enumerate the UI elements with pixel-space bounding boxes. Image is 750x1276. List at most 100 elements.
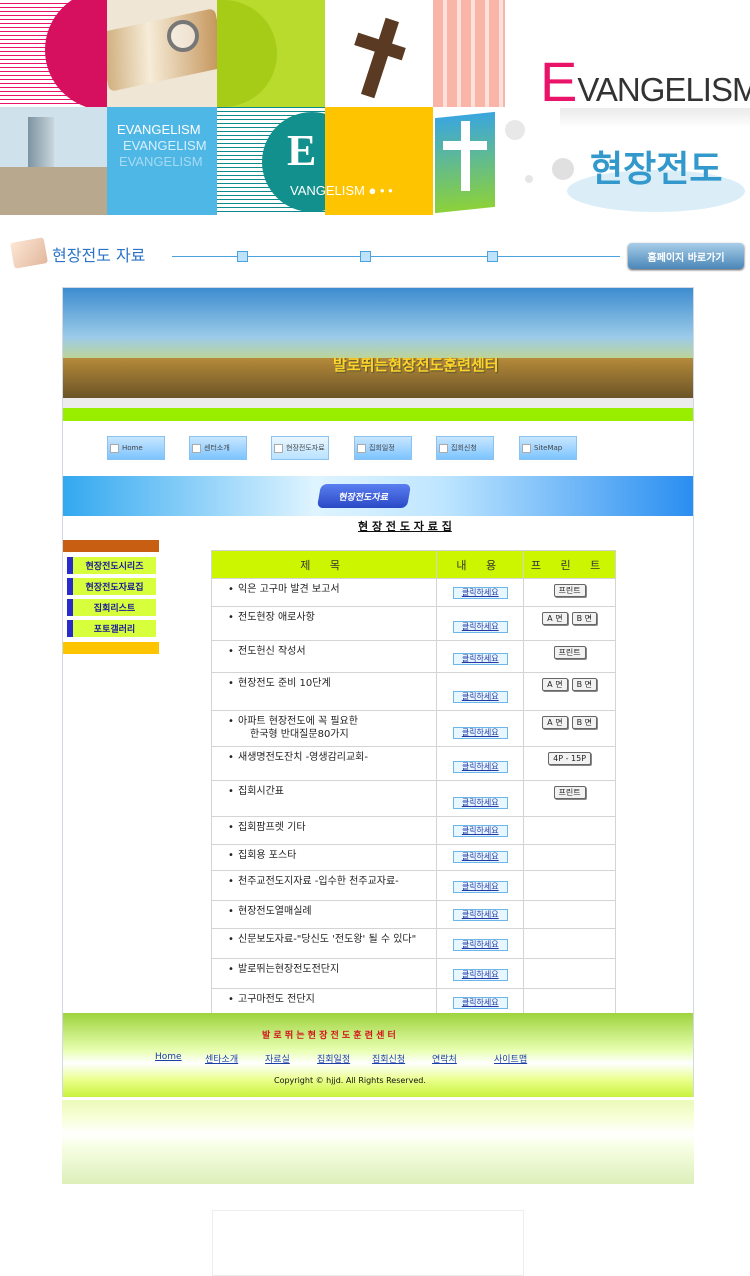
row-print-cell: A 면B 면 (523, 672, 616, 711)
materials-table: 제 목 내 용 프 린 트 • 익은 고구마 발견 보고서 클릭하세요 프린트 • 전도현… (210, 550, 616, 1017)
row-title[interactable]: 집회용 포스타 (238, 850, 296, 861)
footer-link-sitemap[interactable]: 사이트맵 (494, 1052, 527, 1065)
row-content-cell: 클릭하세요 (436, 606, 525, 641)
row-title-cell: • 발로뛰는현장전도전단지 (210, 958, 438, 989)
row-content-cell: 클릭하세요 (436, 780, 525, 817)
row-print-cell (523, 844, 616, 871)
nav-schedule[interactable]: 집회일정 (354, 436, 412, 460)
view-content-button[interactable]: 클릭하세요 (452, 909, 508, 921)
print-button[interactable]: A 면 (542, 716, 568, 729)
view-content-button[interactable]: 클릭하세요 (452, 587, 508, 599)
table-row: • 집회팜프렛 기타 클릭하세요 (210, 816, 616, 845)
print-button[interactable]: B 면 (571, 716, 597, 729)
banner-tile (217, 0, 325, 107)
print-button[interactable]: 프린트 (553, 646, 586, 659)
table-row: • 현장전도열매실례 클릭하세요 (210, 900, 616, 929)
print-button[interactable]: 4P - 15P (548, 752, 592, 765)
row-title-cell: • 전도헌신 작성서 (210, 640, 438, 673)
view-content-button[interactable]: 클릭하세요 (452, 825, 508, 837)
footer-link-home[interactable]: Home (155, 1052, 182, 1062)
row-title[interactable]: 집회팜프렛 기타 (238, 822, 306, 833)
book-image (107, 0, 217, 107)
footer-link-contact[interactable]: 연락처 (432, 1052, 457, 1065)
row-title[interactable]: 전도헌신 작성서 (238, 646, 306, 657)
tile-e-word: VANGELISM ● • • (290, 183, 393, 198)
row-print-cell: 4P - 15P (523, 746, 616, 781)
view-content-button[interactable]: 클릭하세요 (452, 761, 508, 773)
checkbox-icon (439, 443, 448, 453)
row-subtitle[interactable]: 한국형 반대질문80가지 (250, 729, 349, 740)
view-content-button[interactable]: 클릭하세요 (452, 797, 508, 809)
section-header: 현장전도 자료 홈페이지 바로가기 (0, 228, 750, 272)
footer-copyright: Copyright © hjjd. All Rights Reserved. (274, 1076, 426, 1085)
print-button[interactable]: 프린트 (553, 786, 586, 799)
cross-graphic (433, 107, 505, 215)
row-title[interactable]: 현장전도 준비 10단계 (238, 678, 331, 689)
page-heading: 현 장 전 도 자 료 집 (358, 520, 452, 533)
row-title[interactable]: 새생명전도잔치 -영생감리교회- (238, 752, 368, 763)
row-title-cell: • 천주교전도지자료 -입수한 천주교자료- (210, 870, 438, 901)
notebook-icon (10, 237, 48, 269)
row-title[interactable]: 전도현장 애로사항 (238, 612, 315, 623)
row-title-cell: • 현장전도열매실례 (210, 900, 438, 929)
row-title[interactable]: 발로뛰는현장전도전단지 (238, 964, 339, 975)
banner-tile (325, 107, 433, 215)
print-button[interactable]: A 면 (542, 678, 568, 691)
row-content-cell: 클릭하세요 (436, 640, 525, 673)
table-row: • 신문보도자료-"당신도 '전도왕' 될 수 있다" 클릭하세요 (210, 928, 616, 959)
row-content-cell: 클릭하세요 (436, 672, 525, 711)
view-content-button[interactable]: 클릭하세요 (452, 881, 508, 893)
sidebar-item-gallery[interactable]: 포토갤러리 (67, 620, 156, 637)
print-button[interactable]: 프린트 (553, 584, 586, 597)
row-content-cell: 클릭하세요 (436, 816, 525, 845)
view-content-button[interactable]: 클릭하세요 (452, 727, 508, 739)
footer-link-apply[interactable]: 집회신청 (372, 1052, 405, 1065)
footer-link-schedule[interactable]: 집회일정 (317, 1052, 350, 1065)
square-marker-icon (360, 251, 371, 262)
row-print-cell (523, 928, 616, 959)
row-print-cell (523, 816, 616, 845)
nav-about[interactable]: 센터소개 (189, 436, 247, 460)
row-title[interactable]: 신문보도자료-"당신도 '전도왕' 될 수 있다" (238, 934, 416, 945)
print-button[interactable]: A 면 (542, 612, 568, 625)
table-row: • 집회시간표 클릭하세요 프린트 (210, 780, 616, 817)
row-title-cell: • 현장전도 준비 10단계 (210, 672, 438, 711)
row-title-cell: • 집회팜프렛 기타 (210, 816, 438, 845)
row-title[interactable]: 천주교전도지자료 -입수한 천주교자료- (238, 876, 399, 887)
view-content-button[interactable]: 클릭하세요 (452, 939, 508, 951)
sidebar-item-meetings[interactable]: 집회리스트 (67, 599, 156, 616)
table-row: • 익은 고구마 발견 보고서 클릭하세요 프린트 (210, 578, 616, 607)
tile-e-letter: E (287, 126, 317, 175)
nav-materials[interactable]: 현장전도자료 (271, 436, 329, 460)
row-title[interactable]: 아파트 현장전도에 꼭 필요한 (238, 716, 358, 727)
sidebar-item-series[interactable]: 현장전도시리즈 (67, 557, 156, 574)
home-shortcut-button[interactable]: 홈페이지 바로가기 (628, 243, 744, 269)
row-title-cell: • 아파트 현장전도에 꼭 필요한 한국형 반대질문80가지 (210, 710, 438, 747)
row-title[interactable]: 집회시간표 (238, 786, 284, 797)
row-title[interactable]: 고구마전도 전단지 (238, 994, 315, 1005)
nav-sitemap[interactable]: SiteMap (519, 436, 577, 460)
view-content-button[interactable]: 클릭하세요 (452, 969, 508, 981)
row-title[interactable]: 익은 고구마 발견 보고서 (238, 584, 340, 595)
row-title[interactable]: 현장전도열매실례 (238, 906, 312, 917)
section-title: 현장전도 자료 (52, 246, 146, 265)
row-print-cell (523, 900, 616, 929)
row-title-cell: • 신문보도자료-"당신도 '전도왕' 될 수 있다" (210, 928, 438, 959)
footer-link-library[interactable]: 자료실 (265, 1052, 290, 1065)
nav-apply[interactable]: 집회신청 (436, 436, 494, 460)
print-button[interactable]: B 면 (571, 678, 597, 691)
row-content-cell: 클릭하세요 (436, 928, 525, 959)
footer-link-about[interactable]: 센타소개 (205, 1052, 238, 1065)
tile-word: EVANGELISM (123, 138, 207, 153)
view-content-button[interactable]: 클릭하세요 (452, 621, 508, 633)
nav-home[interactable]: Home (107, 436, 165, 460)
view-content-button[interactable]: 클릭하세요 (452, 851, 508, 863)
row-title-cell: • 집회용 포스타 (210, 844, 438, 871)
row-print-cell (523, 870, 616, 901)
view-content-button[interactable]: 클릭하세요 (452, 997, 508, 1009)
evangelism-logo: EVANGELISM (540, 50, 750, 113)
view-content-button[interactable]: 클릭하세요 (452, 691, 508, 703)
print-button[interactable]: B 면 (571, 612, 597, 625)
sidebar-item-materials[interactable]: 현장전도자료집 (67, 578, 156, 595)
view-content-button[interactable]: 클릭하세요 (452, 653, 508, 665)
